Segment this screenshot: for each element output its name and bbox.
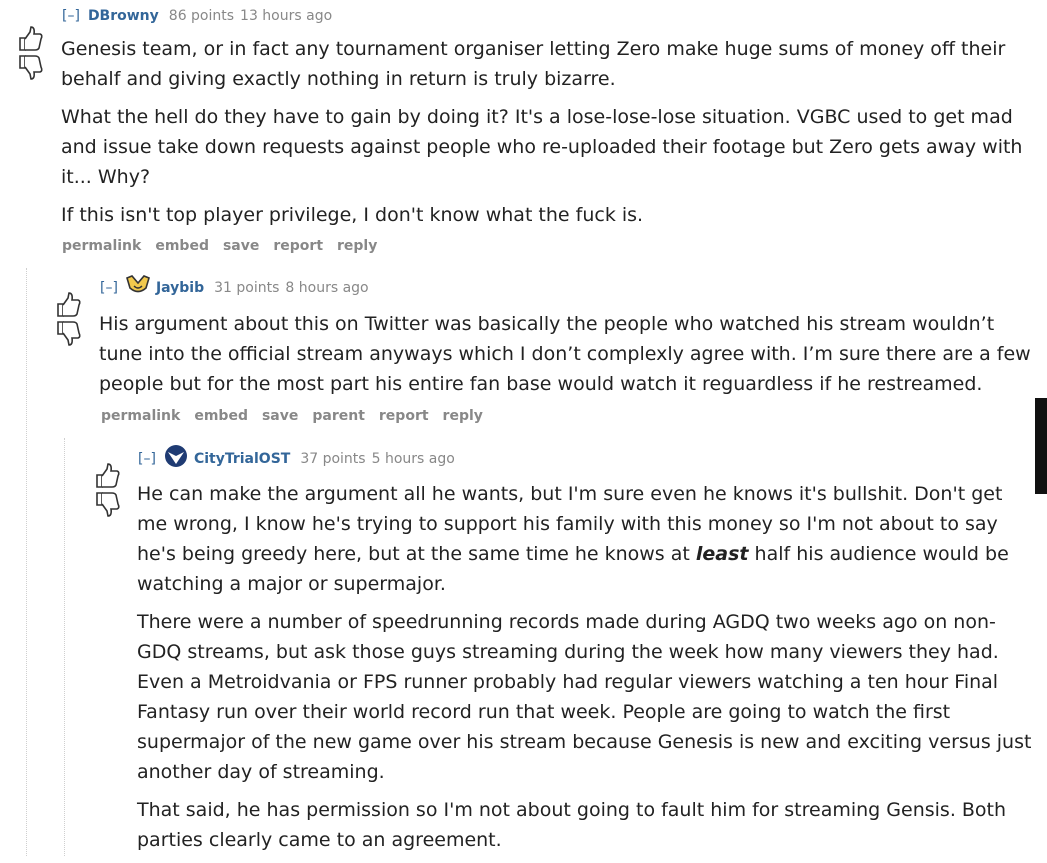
vote-arrows (16, 26, 46, 80)
user-flair-icon (125, 275, 150, 301)
author-link[interactable]: Jaybib (156, 280, 204, 296)
scrollbar-thumb[interactable] (1035, 398, 1047, 494)
thumbs-up-icon[interactable] (54, 292, 82, 318)
thumbs-up-icon[interactable] (16, 26, 44, 52)
thumbs-down-icon[interactable] (93, 491, 121, 517)
paragraph: He can make the argument all he wants, b… (137, 479, 1035, 599)
paragraph: What the hell do they have to gain by do… (61, 106, 1023, 188)
collapse-toggle[interactable]: [–] (138, 451, 156, 467)
permalink-button[interactable]: permalink (101, 408, 180, 424)
thumbs-down-icon[interactable] (54, 320, 82, 346)
thread-line-level-2 (64, 438, 65, 856)
paragraph: Genesis team, or in fact any tournament … (61, 38, 1006, 90)
comment-tagline: [–] Jaybib 31 points 8 hours ago (100, 275, 369, 301)
reply-button[interactable]: reply (337, 238, 377, 254)
comment-actions: permalink embed save report reply (62, 238, 391, 254)
collapse-toggle[interactable]: [–] (100, 280, 118, 296)
comment-body: Genesis team, or in fact any tournament … (61, 34, 1036, 238)
comment-tagline: [–] CityTrialOST 37 points 5 hours ago (138, 444, 455, 474)
comment-actions: permalink embed save parent report reply (101, 408, 497, 424)
permalink-button[interactable]: permalink (62, 238, 141, 254)
timestamp: 5 hours ago (371, 451, 455, 467)
timestamp: 8 hours ago (285, 280, 369, 296)
report-button[interactable]: report (379, 408, 429, 424)
thumbs-down-icon[interactable] (16, 54, 44, 80)
thread-line-level-1 (26, 268, 27, 856)
paragraph: There were a number of speedrunning reco… (137, 611, 1032, 783)
paragraph: If this isn't top player privilege, I do… (61, 204, 644, 226)
user-flair-icon (164, 444, 188, 474)
paragraph: His argument about this on Twitter was b… (99, 313, 1031, 395)
author-link[interactable]: CityTrialOST (194, 451, 290, 467)
report-button[interactable]: report (273, 238, 323, 254)
author-link[interactable]: DBrowny (88, 8, 159, 24)
vote-arrows (93, 463, 123, 517)
embed-button[interactable]: embed (155, 238, 209, 254)
emphasis-text: least (695, 543, 749, 565)
comment-body: His argument about this on Twitter was b… (99, 309, 1036, 407)
save-button[interactable]: save (223, 238, 259, 254)
score: 37 points (300, 451, 366, 467)
comment-tagline: [–] DBrowny 86 points 13 hours ago (62, 6, 332, 26)
reply-button[interactable]: reply (443, 408, 483, 424)
vote-arrows (54, 292, 84, 346)
embed-button[interactable]: embed (194, 408, 248, 424)
timestamp: 13 hours ago (240, 8, 333, 24)
thumbs-up-icon[interactable] (93, 463, 121, 489)
parent-button[interactable]: parent (312, 408, 365, 424)
score: 86 points (168, 8, 235, 24)
paragraph: That said, he has permission so I'm not … (137, 799, 1007, 851)
collapse-toggle[interactable]: [–] (62, 8, 80, 24)
score: 31 points (214, 280, 280, 296)
save-button[interactable]: save (262, 408, 298, 424)
comment-body: He can make the argument all he wants, b… (137, 479, 1035, 863)
